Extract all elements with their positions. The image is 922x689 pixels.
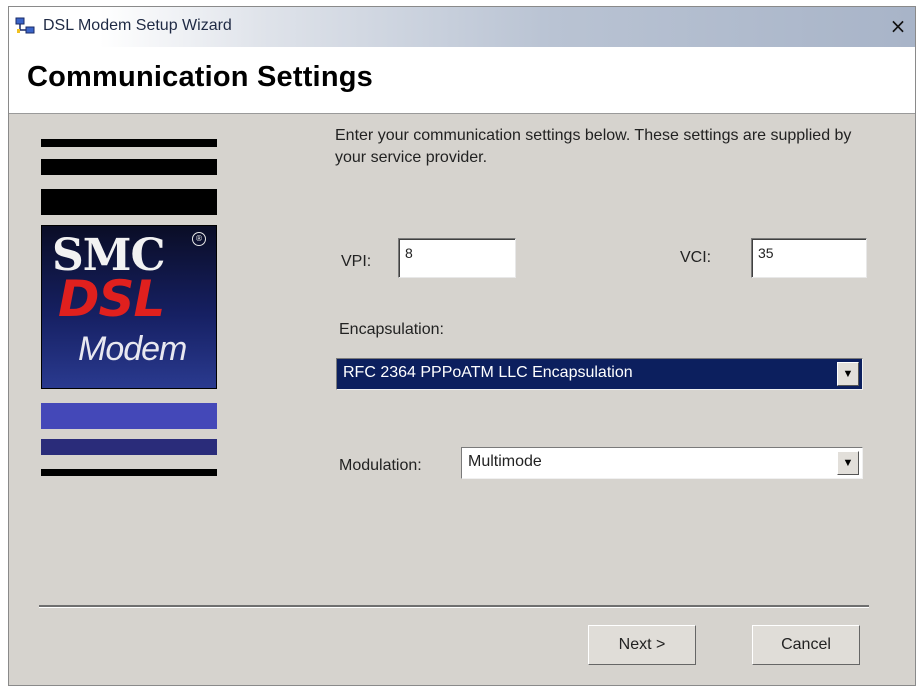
chevron-down-icon[interactable]: ▼ (837, 362, 859, 386)
title-bar[interactable]: DSL Modem Setup Wizard × (9, 7, 915, 47)
next-button[interactable]: Next > (588, 625, 696, 665)
decor-stripe (41, 469, 217, 476)
chevron-down-icon[interactable]: ▼ (837, 451, 859, 475)
cancel-button[interactable]: Cancel (752, 625, 860, 665)
modulation-select[interactable]: Multimode ▼ (461, 447, 863, 479)
wizard-header: Communication Settings (9, 47, 915, 114)
modulation-label: Modulation: (339, 457, 422, 474)
divider (39, 605, 869, 608)
close-icon: × (889, 14, 907, 38)
decor-stripe (41, 139, 217, 147)
vci-input[interactable]: 35 (751, 238, 867, 278)
decor-stripe (41, 189, 217, 215)
page-title: Communication Settings (27, 61, 373, 93)
window-title: DSL Modem Setup Wizard (43, 17, 232, 34)
logo-subtitle: Modem (78, 330, 187, 368)
decor-stripe (41, 439, 217, 455)
encapsulation-select[interactable]: RFC 2364 PPPoATM LLC Encapsulation ▼ (336, 358, 863, 390)
network-computers-icon (15, 17, 35, 34)
vpi-label: VPI: (341, 253, 372, 270)
smc-dsl-modem-logo: SMC ® DSL Modem (41, 225, 217, 389)
decor-stripe (41, 403, 217, 429)
close-button[interactable]: × (887, 15, 909, 37)
instructions-text: Enter your communication settings below.… (335, 127, 852, 166)
encapsulation-value: RFC 2364 PPPoATM LLC Encapsulation (343, 364, 633, 381)
wizard-window: DSL Modem Setup Wizard × Communication S… (8, 6, 916, 686)
encapsulation-label: Encapsulation: (339, 321, 444, 338)
registered-mark: ® (192, 232, 206, 246)
modulation-value: Multimode (468, 453, 542, 470)
decor-stripe (41, 159, 217, 175)
vpi-input[interactable]: 8 (398, 238, 516, 278)
logo-product: DSL (58, 270, 165, 328)
vci-label: VCI: (680, 249, 712, 266)
